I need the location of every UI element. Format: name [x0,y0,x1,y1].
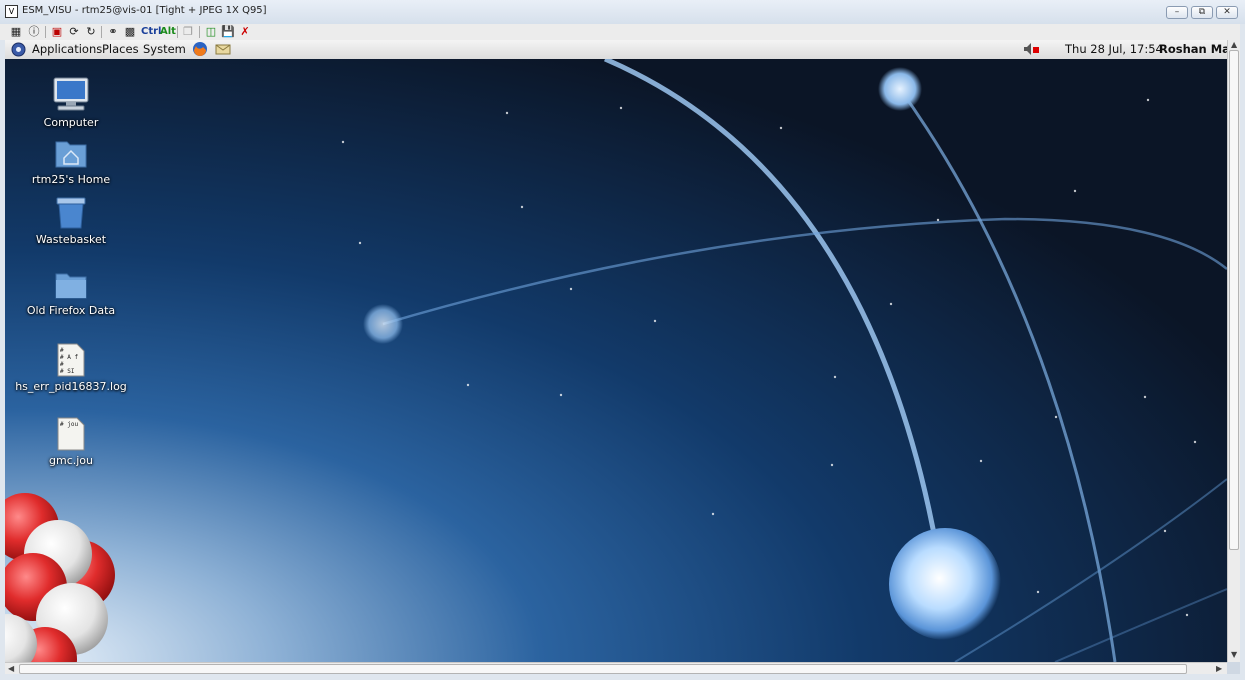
toolbar-separator [45,26,46,38]
connection-info-icon[interactable]: ⓘ [27,25,41,39]
scroll-right-arrow-icon[interactable]: ▶ [1216,664,1222,673]
firefox-launcher-icon[interactable] [192,41,208,57]
vertical-scroll-thumb[interactable] [1229,50,1239,550]
ctrl-key-button[interactable]: Ctrl [141,25,161,39]
gnome-foot-icon [11,42,26,57]
places-menu[interactable]: Places [102,42,139,56]
minimize-button[interactable]: – [1166,6,1188,19]
vnc-toolbar: ▦ ⓘ ▣ ⟳ ↻ ⚭ ▩ Ctrl Alt ❐ ◫ 💾 ✗ [0,24,1245,41]
small-orb [363,304,403,344]
save-session-icon[interactable]: 💾 [221,25,235,39]
computer-icon [53,77,89,111]
desktop-icon-computer[interactable]: Computer [11,75,131,129]
refresh-screen-icon[interactable]: ⟳ [67,25,81,39]
svg-text:#: # [60,361,64,368]
svg-text:#: # [60,347,64,354]
alt-key-button[interactable]: Alt [160,25,176,39]
horizontal-scroll-thumb[interactable] [19,664,1187,674]
home-folder-icon [55,141,87,168]
user-menu[interactable]: Roshan Matl [1159,42,1227,56]
desktop-icon-label: Wastebasket [35,233,107,246]
connection-options-icon[interactable]: ▦ [9,25,23,39]
space-wallpaper [5,59,1227,662]
desktop-icon-old-firefox-data[interactable]: Old Firefox Data [11,269,131,317]
desktop-icon-hs-err-log[interactable]: # # A f # # SI hs_err_pid16837.log [11,343,131,393]
scroll-up-arrow-icon[interactable]: ▲ [1231,40,1237,49]
new-connection-icon[interactable]: ◫ [204,25,218,39]
svg-text:# A f: # A f [60,354,78,361]
clipboard-icon[interactable]: ❐ [181,25,195,39]
text-file-icon: # jou [57,417,85,451]
desktop-icon-label: Old Firefox Data [26,304,116,317]
desktop-icon-wastebasket[interactable]: Wastebasket [11,196,131,246]
clock[interactable]: Thu 28 Jul, 17:54 [1065,42,1163,56]
svg-text:# jou: # jou [60,421,78,428]
window-title-bar: V ESM_VISU - rtm25@vis-01 [Tight + JPEG … [0,0,1245,25]
desktop-icon-label: Computer [43,116,99,129]
system-menu[interactable]: System [143,42,186,56]
scroll-down-arrow-icon[interactable]: ▼ [1231,650,1237,659]
large-orb [889,528,1001,640]
svg-text:# SI: # SI [60,368,75,375]
desktop-icon-label: hs_err_pid16837.log [15,380,127,393]
trash-icon [56,197,86,229]
applications-menu[interactable]: Applications [32,42,102,56]
desktop-icon-gmc-jou[interactable]: # jou gmc.jou [11,417,131,467]
vnc-app-icon[interactable]: V [5,5,18,18]
desktop-icon-label: rtm25's Home [31,173,111,186]
gnome-top-panel: Applications Places System Thu 28 Jul, 1… [5,40,1227,60]
toolbar-separator [177,26,178,38]
request-update-icon[interactable]: ↻ [84,25,98,39]
desktop-icon-home[interactable]: rtm25's Home [11,136,131,186]
close-window-button[interactable]: ✕ [1216,6,1238,19]
window-frame-right [1240,24,1245,680]
fullscreen-icon[interactable]: ▣ [50,25,64,39]
disconnect-icon[interactable]: ✗ [238,25,252,39]
window-title: ESM_VISU - rtm25@vis-01 [Tight + JPEG 1X… [22,5,267,16]
window-frame-bottom [0,674,1245,680]
small-orb [878,67,922,111]
send-ctrl-esc-icon[interactable]: ▩ [123,25,137,39]
restore-button[interactable]: ⧉ [1191,6,1213,19]
toolbar-separator [101,26,102,38]
send-ctrl-alt-del-icon[interactable]: ⚭ [106,25,120,39]
mail-launcher-icon[interactable] [215,42,232,56]
remote-desktop: Applications Places System Thu 28 Jul, 1… [5,40,1227,662]
window-frame-left [0,40,5,674]
vertical-scrollbar[interactable]: ▲ ▼ [1227,40,1241,662]
folder-icon [55,273,87,299]
volume-muted-icon[interactable] [1023,42,1041,56]
scroll-left-arrow-icon[interactable]: ◀ [8,664,14,673]
desktop-background[interactable]: Computer rtm25's Home Wastebasket Old Fi… [5,59,1227,662]
desktop-icon-label: gmc.jou [49,454,93,467]
text-file-icon: # # A f # # SI [57,343,85,377]
toolbar-separator [199,26,200,38]
